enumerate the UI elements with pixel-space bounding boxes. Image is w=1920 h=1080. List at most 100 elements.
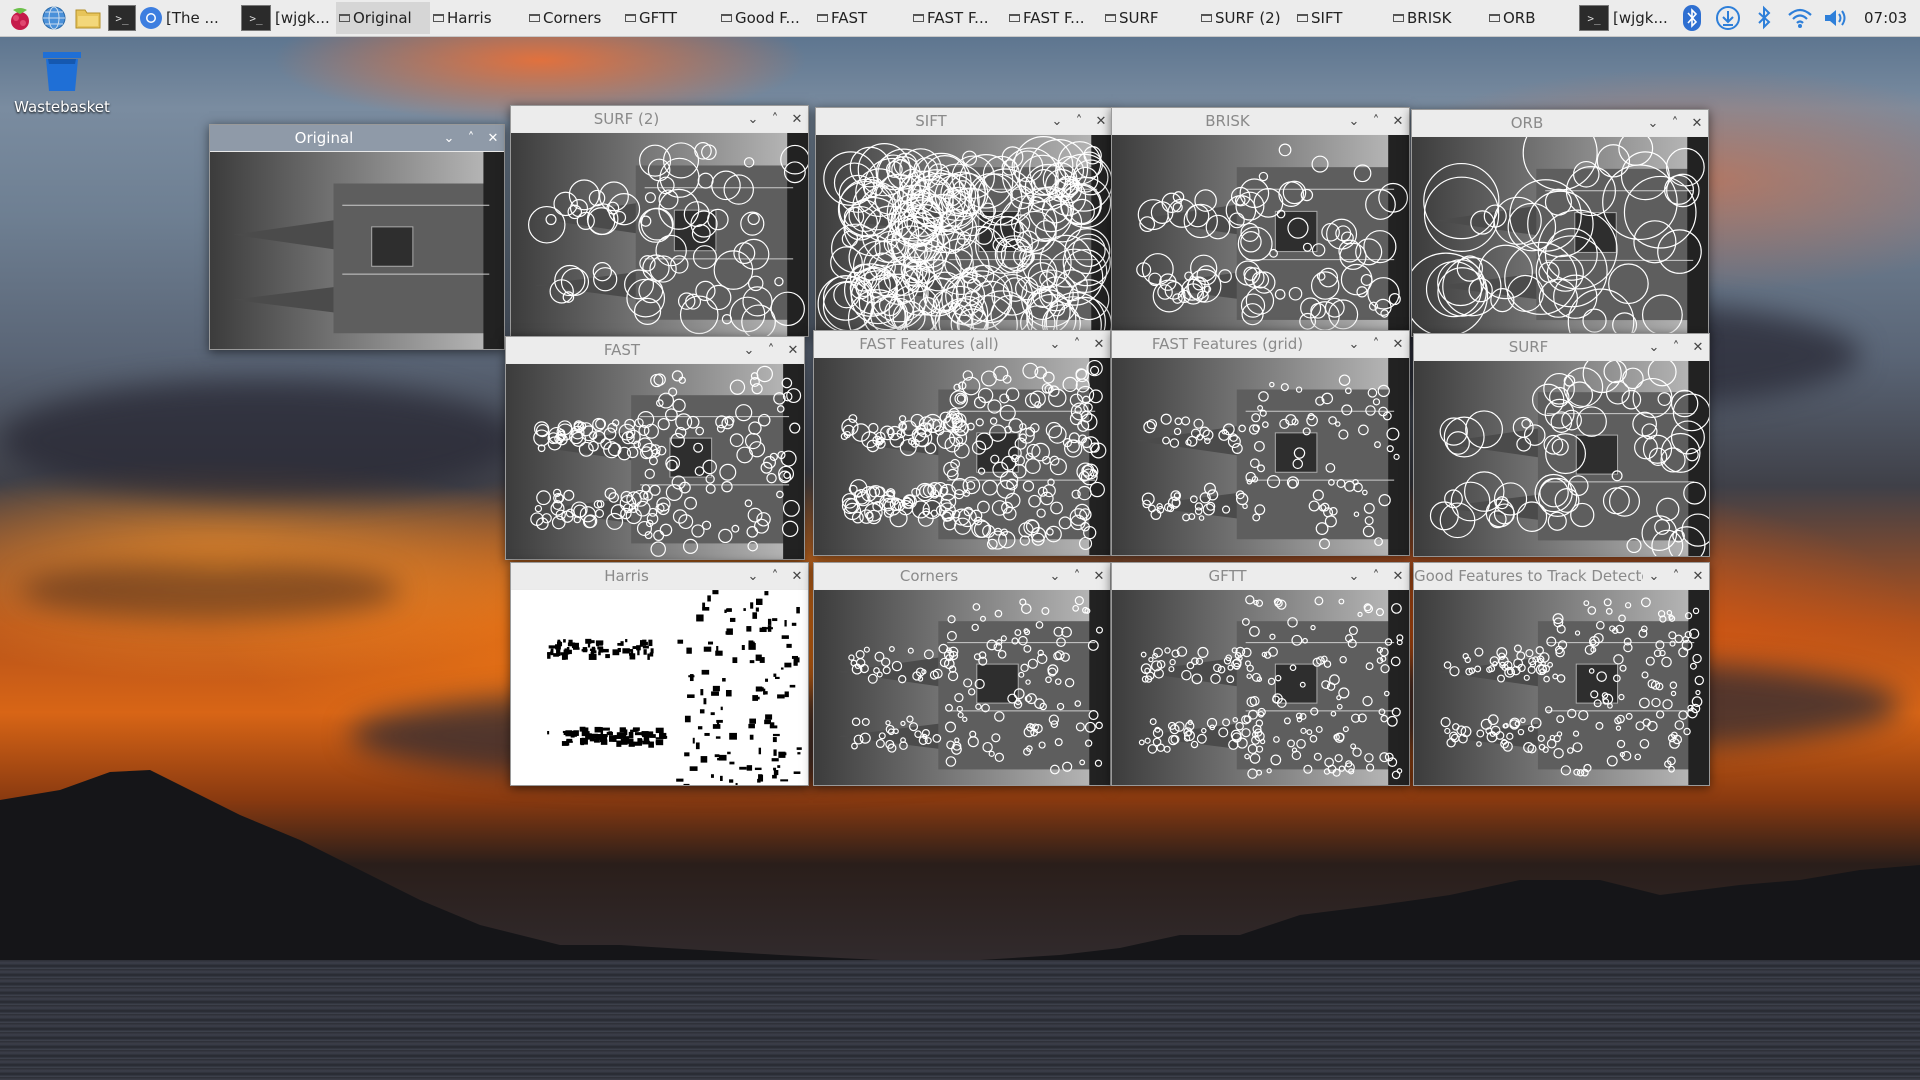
task-button-harris[interactable]: Harris [430, 2, 526, 34]
minimize-icon[interactable]: ⌄ [1642, 110, 1664, 136]
window-sift[interactable]: SIFT ⌄ ˄ ✕ [815, 107, 1113, 337]
window-original[interactable]: Original ⌄ ˄ ✕ [209, 124, 505, 350]
minimize-icon[interactable]: ⌄ [738, 337, 760, 363]
web-browser-icon[interactable] [40, 4, 68, 32]
task-button-sift[interactable]: SIFT [1294, 2, 1390, 34]
maximize-icon[interactable]: ˄ [1665, 563, 1687, 589]
window-title: SURF (2) [593, 110, 660, 128]
maximize-icon[interactable]: ˄ [760, 337, 782, 363]
close-icon[interactable]: ✕ [782, 337, 804, 363]
task-button-corners[interactable]: Corners [526, 2, 622, 34]
close-icon[interactable]: ✕ [1686, 110, 1708, 136]
window-titlebar[interactable]: FAST Features (grid) ⌄ ˄ ✕ [1112, 331, 1409, 357]
wastebasket-desktop-icon[interactable]: Wastebasket [14, 48, 110, 116]
minimize-icon[interactable]: ⌄ [1643, 563, 1665, 589]
terminal-icon: >_ [241, 5, 271, 31]
close-icon[interactable]: ✕ [1090, 108, 1112, 134]
close-icon[interactable]: ✕ [1387, 331, 1409, 357]
close-icon[interactable]: ✕ [1387, 108, 1409, 134]
maximize-icon[interactable]: ˄ [1066, 331, 1088, 357]
window-fast-features-all[interactable]: FAST Features (all) ⌄ ˄ ✕ [813, 330, 1111, 556]
minimize-icon[interactable]: ⌄ [1044, 331, 1066, 357]
task-button-brisk[interactable]: BRISK [1390, 2, 1486, 34]
task-button-gftt[interactable]: GFTT [622, 2, 718, 34]
close-icon[interactable]: ✕ [1687, 563, 1709, 589]
window-titlebar[interactable]: GFTT ⌄ ˄ ✕ [1112, 563, 1409, 589]
window-fast[interactable]: FAST ⌄ ˄ ✕ [505, 336, 805, 560]
minimize-icon[interactable]: ⌄ [1643, 334, 1665, 360]
wifi-icon[interactable] [1786, 4, 1814, 32]
minimize-icon[interactable]: ⌄ [742, 106, 764, 132]
minimize-icon[interactable]: ⌄ [1046, 108, 1068, 134]
window-titlebar[interactable]: FAST Features (all) ⌄ ˄ ✕ [814, 331, 1110, 357]
maximize-icon[interactable]: ˄ [1365, 563, 1387, 589]
window-good-features-to-track-detector[interactable]: Good Features to Track Detector ⌄ ˄ ✕ [1413, 562, 1710, 786]
bluetooth-badge-icon[interactable] [1678, 4, 1706, 32]
window-corners[interactable]: Corners ⌄ ˄ ✕ [813, 562, 1111, 786]
maximize-icon[interactable]: ˄ [764, 563, 786, 589]
task-button-terminal[interactable]: >_ [wjgk... [238, 2, 336, 34]
task-button-orb[interactable]: ORB [1486, 2, 1576, 34]
maximize-icon[interactable]: ˄ [764, 106, 786, 132]
window-gftt[interactable]: GFTT ⌄ ˄ ✕ [1111, 562, 1410, 786]
task-label: BRISK [1407, 9, 1452, 27]
window-titlebar[interactable]: BRISK ⌄ ˄ ✕ [1112, 108, 1409, 134]
window-titlebar[interactable]: SURF ⌄ ˄ ✕ [1414, 334, 1709, 360]
window-surf-2[interactable]: SURF (2) ⌄ ˄ ✕ [510, 105, 809, 337]
window-surf[interactable]: SURF ⌄ ˄ ✕ [1413, 333, 1710, 557]
window-titlebar[interactable]: ORB ⌄ ˄ ✕ [1412, 110, 1708, 136]
task-button-original[interactable]: Original [336, 2, 430, 34]
window-titlebar[interactable]: FAST ⌄ ˄ ✕ [506, 337, 804, 363]
window-orb[interactable]: ORB ⌄ ˄ ✕ [1411, 109, 1709, 337]
close-icon[interactable]: ✕ [482, 125, 504, 151]
window-titlebar[interactable]: Harris ⌄ ˄ ✕ [511, 563, 808, 589]
minimize-icon[interactable]: ⌄ [1044, 563, 1066, 589]
minimize-icon[interactable]: ⌄ [742, 563, 764, 589]
window-brisk[interactable]: BRISK ⌄ ˄ ✕ [1111, 107, 1410, 337]
window-titlebar[interactable]: Original ⌄ ˄ ✕ [210, 125, 504, 151]
maximize-icon[interactable]: ˄ [1365, 331, 1387, 357]
minimize-icon[interactable]: ⌄ [1343, 563, 1365, 589]
window-icon [339, 14, 350, 22]
task-button-fast-features-all[interactable]: FAST F... [910, 2, 1006, 34]
maximize-icon[interactable]: ˄ [1365, 108, 1387, 134]
bluetooth-icon[interactable] [1750, 4, 1778, 32]
task-button-chromium[interactable]: [The ... [136, 2, 238, 34]
task-button-surf[interactable]: SURF [1102, 2, 1198, 34]
terminal-icon[interactable]: >_ [108, 4, 136, 32]
close-icon[interactable]: ✕ [1687, 334, 1709, 360]
maximize-icon[interactable]: ˄ [1066, 563, 1088, 589]
task-button-fast[interactable]: FAST [814, 2, 910, 34]
close-icon[interactable]: ✕ [786, 563, 808, 589]
task-button-good-features[interactable]: Good F... [718, 2, 814, 34]
task-button-surf-2[interactable]: SURF (2) [1198, 2, 1294, 34]
maximize-icon[interactable]: ˄ [1664, 110, 1686, 136]
close-icon[interactable]: ✕ [1088, 563, 1110, 589]
close-icon[interactable]: ✕ [1387, 563, 1409, 589]
minimize-icon[interactable]: ⌄ [438, 125, 460, 151]
maximize-icon[interactable]: ˄ [1068, 108, 1090, 134]
file-manager-icon[interactable] [74, 4, 102, 32]
maximize-icon[interactable]: ˄ [1665, 334, 1687, 360]
raspberry-menu-icon[interactable] [6, 4, 34, 32]
feature-image [814, 358, 1110, 555]
download-icon[interactable] [1714, 4, 1742, 32]
minimize-icon[interactable]: ⌄ [1343, 331, 1365, 357]
window-titlebar[interactable]: SIFT ⌄ ˄ ✕ [816, 108, 1112, 134]
close-icon[interactable]: ✕ [786, 106, 808, 132]
task-button-terminal-2[interactable]: >_ [wjgk... [1576, 2, 1674, 34]
minimize-icon[interactable]: ⌄ [1343, 108, 1365, 134]
volume-icon[interactable] [1822, 4, 1850, 32]
maximize-icon[interactable]: ˄ [460, 125, 482, 151]
window-titlebar[interactable]: SURF (2) ⌄ ˄ ✕ [511, 106, 808, 132]
task-button-fast-features-grid[interactable]: FAST F... [1006, 2, 1102, 34]
window-titlebar[interactable]: Good Features to Track Detector ⌄ ˄ ✕ [1414, 563, 1709, 589]
window-image-area [816, 135, 1112, 336]
window-harris[interactable]: Harris ⌄ ˄ ✕ [510, 562, 809, 786]
close-icon[interactable]: ✕ [1088, 331, 1110, 357]
clock[interactable]: 07:03 [1864, 9, 1907, 27]
system-tray: 07:03 [1674, 0, 1920, 36]
window-fast-features-grid[interactable]: FAST Features (grid) ⌄ ˄ ✕ [1111, 330, 1410, 556]
feature-image [1412, 137, 1708, 336]
window-titlebar[interactable]: Corners ⌄ ˄ ✕ [814, 563, 1110, 589]
